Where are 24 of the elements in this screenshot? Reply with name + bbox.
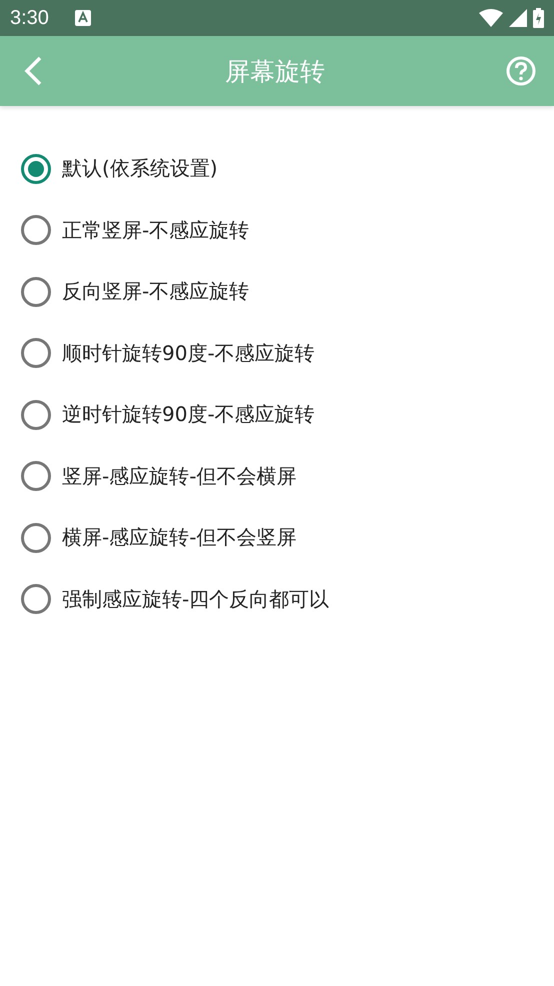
- radio-option[interactable]: 反向竖屏-不感应旋转: [20, 261, 554, 322]
- help-icon: [506, 56, 536, 86]
- radio-button[interactable]: [20, 337, 52, 370]
- radio-button[interactable]: [20, 398, 52, 431]
- wifi-icon: [479, 9, 503, 27]
- page-title: 屏幕旋转: [224, 56, 326, 88]
- radio-button[interactable]: [20, 460, 52, 492]
- notification-icon: [74, 10, 91, 26]
- radio-button[interactable]: [20, 214, 52, 246]
- radio-option[interactable]: 正常竖屏-不感应旋转: [20, 200, 554, 261]
- radio-option[interactable]: 顺时针旋转90度-不感应旋转: [20, 322, 554, 384]
- status-time: 3:30: [10, 6, 49, 30]
- radio-option[interactable]: 横屏-感应旋转-但不会竖屏: [20, 507, 554, 568]
- back-icon: [22, 55, 44, 87]
- radio-option[interactable]: 逆时针旋转90度-不感应旋转: [20, 384, 554, 446]
- radio-button[interactable]: [20, 152, 52, 185]
- radio-option[interactable]: 默认(依系统设置): [20, 138, 554, 200]
- radio-option[interactable]: 强制感应旋转-四个反向都可以: [20, 568, 554, 630]
- battery-icon: [533, 8, 544, 28]
- radio-button[interactable]: [20, 522, 52, 554]
- radio-button[interactable]: [20, 276, 52, 308]
- radio-button[interactable]: [20, 583, 52, 616]
- signal-icon: [509, 9, 527, 27]
- radio-option[interactable]: 竖屏-感应旋转-但不会横屏: [20, 446, 554, 507]
